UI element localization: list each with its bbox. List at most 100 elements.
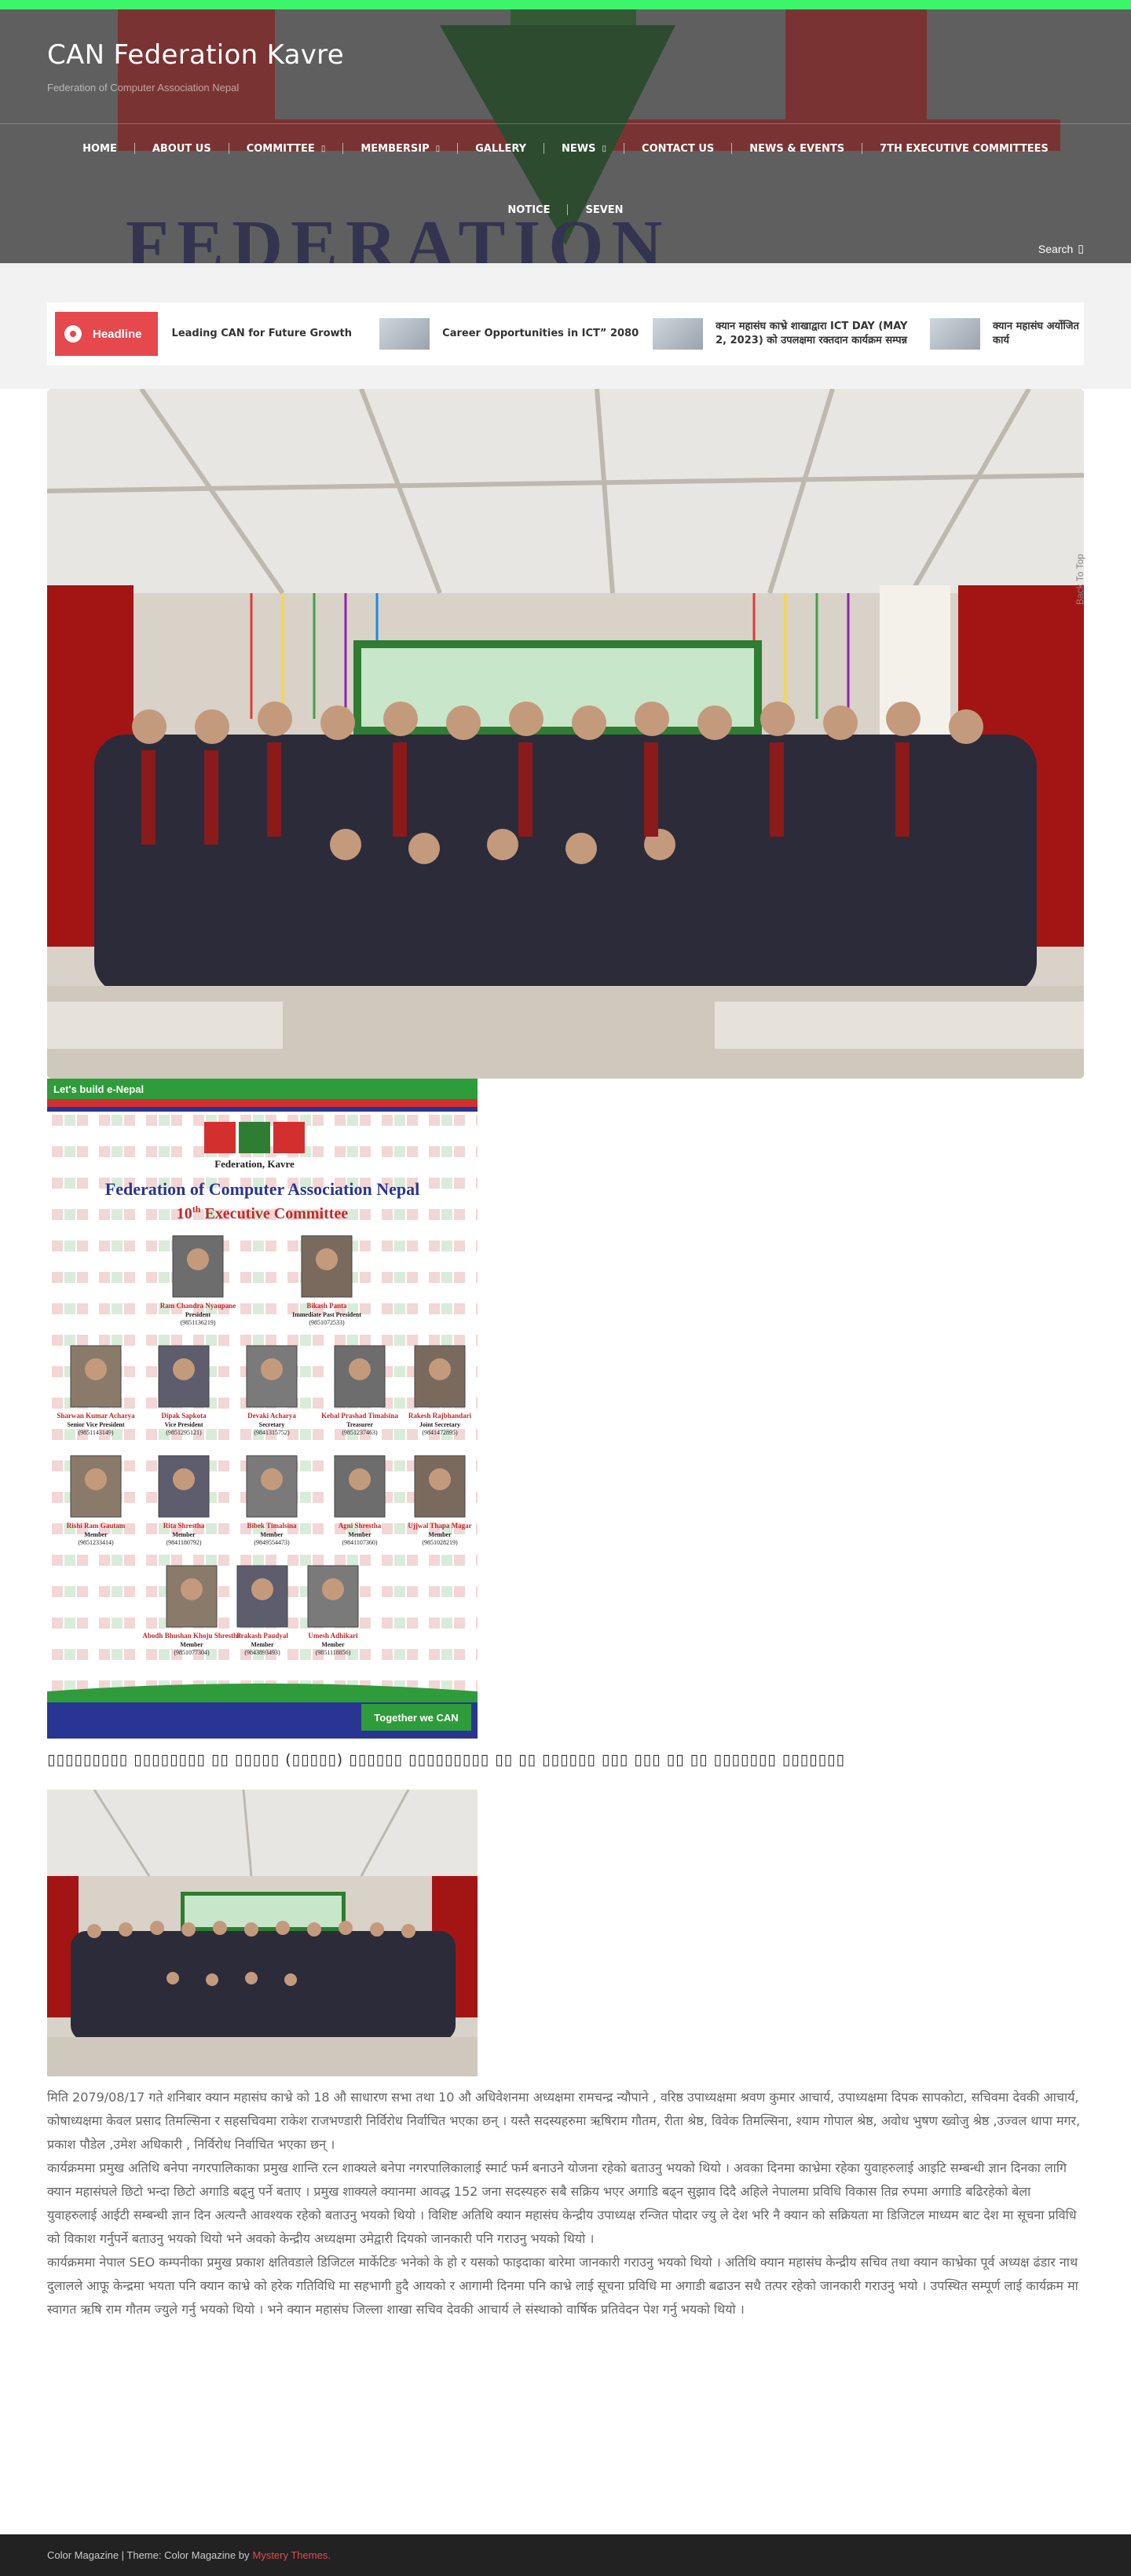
member-role: Member	[260, 1531, 284, 1538]
nav-about-us[interactable]: ABOUT US	[135, 141, 229, 156]
nav-contact-us[interactable]: CONTACT US	[624, 141, 731, 156]
member-phone: (9851136219)	[180, 1319, 215, 1326]
search-button[interactable]: Search ▯	[1038, 242, 1084, 255]
member-phone: (9843893493)	[244, 1649, 280, 1656]
member-role: Treasurer	[346, 1421, 373, 1428]
post-paragraph: कार्यक्रममा नेपाल SEO कम्पनीका प्रमुख प्…	[47, 2255, 1078, 2317]
member-name: Bibek Timalsina	[247, 1522, 297, 1530]
poster-title: Federation of Computer Association Nepal	[105, 1179, 419, 1199]
group-photo-thumbnail[interactable]	[47, 1790, 478, 2076]
member-role: Immediate Past President	[292, 1311, 361, 1318]
site-tagline: Federation of Computer Association Nepal	[47, 82, 240, 93]
member-photo-face	[316, 1248, 338, 1270]
ticker-item[interactable]: क्यान महासंघ अर्योजित कार्य	[929, 318, 1084, 350]
group-photo-2-image	[47, 1790, 478, 2076]
member-name: Dipak Sapkota	[161, 1412, 207, 1420]
footer-theme-link[interactable]: Mystery Themes.	[252, 2549, 330, 2561]
ticker-thumbnail	[653, 318, 704, 350]
member-role: Vice President	[164, 1421, 203, 1428]
poster-bottom-banner: Together we CAN	[374, 1712, 458, 1724]
post-paragraph: मिति 2079/08/17 गते शनिबार क्यान महासंघ …	[47, 2090, 1081, 2152]
group-photo-image	[47, 389, 1084, 1079]
member-photo-face	[187, 1248, 209, 1270]
member-role: Member	[84, 1531, 108, 1538]
nav-gallery[interactable]: GALLERY	[458, 141, 544, 156]
member-role: Member	[428, 1531, 452, 1538]
nav-news[interactable]: NEWS ▯	[544, 141, 624, 156]
member-name: Umesh Adhikari	[308, 1632, 358, 1640]
member-photo-face	[173, 1358, 195, 1380]
site-title[interactable]: CAN Federation Kavre	[47, 39, 344, 71]
member-phone: (9851118856)	[316, 1649, 351, 1656]
member-name: Rishi Ram Gautam	[67, 1522, 126, 1530]
member-photo-face	[261, 1468, 283, 1490]
post-heading: ▯▯▯▯▯▯▯▯▯ ▯▯▯▯▯▯▯▯ ▯▯ ▯▯▯▯▯ (▯▯▯▯▯) ▯▯▯▯…	[47, 1751, 845, 1768]
member-role: Joint Secretary	[419, 1421, 460, 1428]
member-role: Member	[172, 1531, 196, 1538]
chevron-down-icon: ▯	[320, 144, 326, 153]
member-phone: (9851233414)	[78, 1539, 114, 1546]
ticker-item[interactable]: क्यान महासंघ काभ्रे शाखाद्वारा ICT DAY (…	[653, 318, 930, 350]
nav-7th-executive-committees[interactable]: 7TH EXECUTIVE COMMITTEES	[862, 141, 1066, 156]
member-photo-face	[181, 1578, 203, 1600]
executive-committee-poster[interactable]: Let's build e-Nepal Federation, Kavre Fe…	[47, 1079, 478, 1739]
member-name: Ujjwal Thapa Magar	[408, 1522, 471, 1530]
member-name: Sharwan Kumar Acharya	[57, 1412, 135, 1420]
ticker-item[interactable]: Career Opportunities in ICT” 2080	[379, 318, 653, 350]
main-navigation: HOME ABOUT US COMMITTEE ▯ MEMBERSIP ▯ GALL…	[0, 141, 1131, 217]
member-role: Senior Vice President	[67, 1421, 124, 1428]
member-photo-face	[173, 1468, 195, 1490]
nav-membership[interactable]: MEMBERSIP ▯	[343, 141, 457, 156]
nav-notice[interactable]: NOTICE	[490, 203, 567, 217]
search-label: Search	[1038, 242, 1074, 255]
member-role: Member	[251, 1641, 274, 1648]
nav-home[interactable]: HOME	[65, 141, 134, 156]
member-phone: (9841180792)	[166, 1539, 201, 1546]
headline-badge: Headline	[55, 312, 158, 356]
live-dot-icon	[64, 325, 82, 343]
nav-news-events[interactable]: NEWS & EVENTS	[732, 141, 862, 156]
member-name: Ram Chandra Nyaupane	[160, 1302, 236, 1310]
back-to-top-button[interactable]: Back To Top	[1074, 554, 1085, 605]
poster-subtitle: 10th Executive Committee	[177, 1204, 349, 1222]
member-photo-face	[261, 1358, 283, 1380]
member-phone: (9851295121)	[166, 1429, 202, 1436]
header-divider	[0, 123, 1131, 124]
member-phone: (9851237463)	[342, 1429, 378, 1436]
committee-member-card: Dipak SapkotaVice President(9851295121)	[158, 1345, 210, 1436]
member-photo-face	[429, 1468, 451, 1490]
member-photo-face	[349, 1358, 371, 1380]
site-footer: Color Magazine | Theme: Color Magazine b…	[0, 2534, 1131, 2576]
headline-ticker-section: Headline Leading CAN for Future Growth C…	[0, 263, 1131, 389]
member-role: Member	[348, 1531, 372, 1538]
chevron-down-icon: ▯	[602, 144, 607, 153]
headline-ticker: Headline Leading CAN for Future Growth C…	[47, 302, 1084, 365]
ticker-thumbnail	[929, 318, 980, 350]
ticker-item[interactable]: Leading CAN for Future Growth	[172, 327, 380, 341]
member-phone: (9841107360)	[342, 1539, 377, 1546]
member-phone: (9841315752)	[254, 1429, 290, 1436]
nav-committee[interactable]: COMMITTEE ▯	[229, 141, 343, 156]
member-role: President	[185, 1311, 211, 1318]
member-phone: (9851072533)	[309, 1319, 345, 1326]
nav-seven[interactable]: SEVEN	[568, 203, 640, 217]
member-name: Devaki Acharya	[247, 1412, 296, 1420]
post-body: मिति 2079/08/17 गते शनिबार क्यान महासंघ …	[47, 2086, 1084, 2321]
member-photo-face	[429, 1358, 451, 1380]
featured-group-photo[interactable]	[47, 389, 1084, 1079]
committee-member-card: Bikash PantaImmediate Past President(985…	[292, 1235, 361, 1326]
member-name: Abodh Bhushan Khoju Shrestha	[142, 1632, 241, 1640]
member-phone: (9851077304)	[174, 1649, 210, 1656]
member-phone: (9851028219)	[422, 1539, 458, 1546]
top-accent-bar	[0, 0, 1131, 9]
ticker-thumbnail	[379, 318, 430, 350]
member-photo-face	[349, 1468, 371, 1490]
member-role: Secretary	[259, 1421, 285, 1428]
member-name: Agni Shrestha	[339, 1522, 382, 1530]
chevron-down-icon: ▯	[435, 144, 441, 153]
member-phone: (9841472895)	[422, 1429, 458, 1436]
member-name: Prakash Paudyal	[236, 1632, 288, 1640]
post-paragraph: कार्यक्रममा प्रमुख अतिथि बनेपा नगरपालिका…	[47, 2160, 1077, 2246]
member-photo-face	[322, 1578, 344, 1600]
footer-text: Color Magazine | Theme: Color Magazine b…	[47, 2549, 250, 2561]
